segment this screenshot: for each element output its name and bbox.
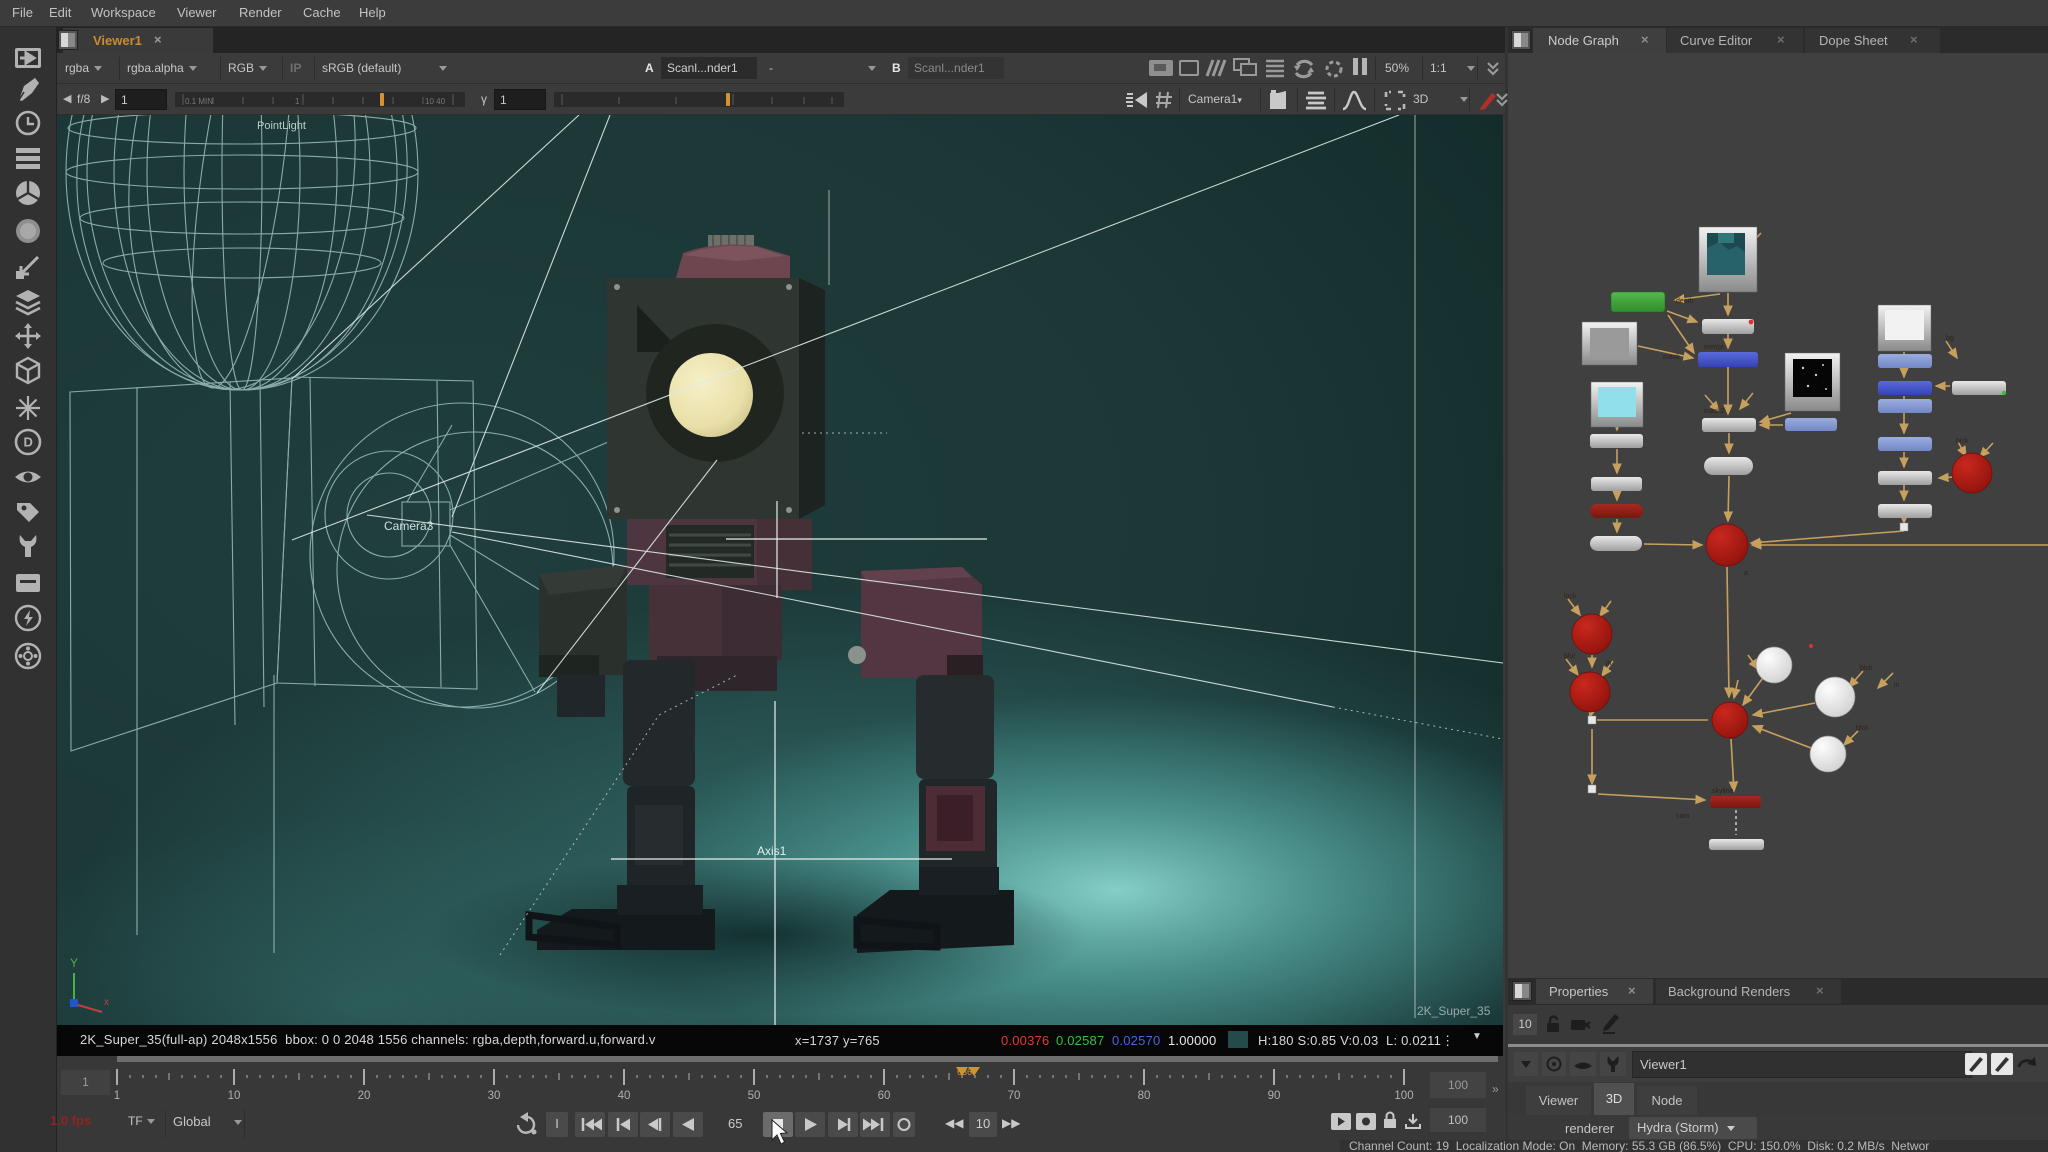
svg-text:depth: depth xyxy=(1676,298,1694,305)
svg-text:Camera3: Camera3 xyxy=(384,519,434,533)
svg-text:blck: blck xyxy=(1956,438,1969,445)
svg-text:blck: blck xyxy=(1860,665,1873,672)
svg-text:60: 60 xyxy=(878,1090,891,1100)
svg-text:100: 100 xyxy=(1394,1090,1413,1100)
svg-text:2K_Super_35: 2K_Super_35 xyxy=(1417,1004,1491,1018)
svg-text:x: x xyxy=(104,997,109,1008)
svg-text:90: 90 xyxy=(1268,1090,1281,1100)
svg-text:70: 70 xyxy=(1008,1090,1021,1100)
svg-text:PointLight: PointLight xyxy=(257,120,306,132)
svg-text:in: in xyxy=(1606,660,1612,667)
svg-text:Axis1: Axis1 xyxy=(757,844,787,858)
svg-text:10: 10 xyxy=(228,1090,241,1100)
svg-text:cam: cam xyxy=(1676,813,1689,820)
svg-text:40: 40 xyxy=(618,1090,631,1100)
svg-text:mask: mask xyxy=(1663,354,1680,361)
svg-text:20: 20 xyxy=(358,1090,371,1100)
svg-text:blur: blur xyxy=(1564,653,1576,660)
svg-text:10 40: 10 40 xyxy=(425,97,446,106)
svg-text:50: 50 xyxy=(748,1090,761,1100)
svg-text:80: 80 xyxy=(1138,1090,1151,1100)
svg-text:bg: bg xyxy=(1946,335,1954,342)
svg-text:636: 636 xyxy=(957,1067,972,1077)
svg-text:0.1 MIN: 0.1 MIN xyxy=(185,97,213,106)
svg-text:blck: blck xyxy=(1856,725,1869,732)
svg-text:1: 1 xyxy=(295,97,300,106)
svg-text:lock: lock xyxy=(1564,593,1577,600)
svg-text:a: a xyxy=(1744,570,1748,577)
svg-text:30: 30 xyxy=(488,1090,501,1100)
svg-text:D: D xyxy=(24,435,33,450)
svg-text:skyline: skyline xyxy=(1712,788,1734,795)
svg-text:mask2: mask2 xyxy=(1704,408,1725,415)
svg-text:merge: merge xyxy=(1704,344,1724,351)
svg-text:in: in xyxy=(1894,682,1900,689)
svg-text:1: 1 xyxy=(114,1090,120,1100)
svg-text:Y: Y xyxy=(70,956,78,970)
